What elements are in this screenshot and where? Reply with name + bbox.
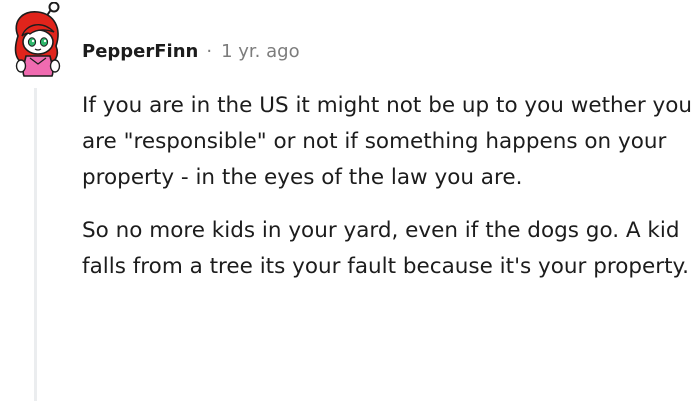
- thread-collapse-line[interactable]: [34, 88, 37, 401]
- comment-header: PepperFinn · 1 yr. ago: [82, 37, 300, 65]
- author-username[interactable]: PepperFinn: [82, 41, 198, 62]
- comment-body: If you are in the US it might not be up …: [82, 88, 696, 285]
- meta-separator: ·: [206, 40, 213, 62]
- comment-paragraph: So no more kids in your yard, even if th…: [82, 218, 690, 279]
- snoo-avatar-icon: [14, 1, 61, 77]
- user-avatar[interactable]: [8, 1, 66, 78]
- comment-timestamp[interactable]: 1 yr. ago: [221, 41, 300, 62]
- comment: PepperFinn · 1 yr. ago If you are in the…: [0, 0, 700, 401]
- comment-paragraph: If you are in the US it might not be up …: [82, 93, 693, 190]
